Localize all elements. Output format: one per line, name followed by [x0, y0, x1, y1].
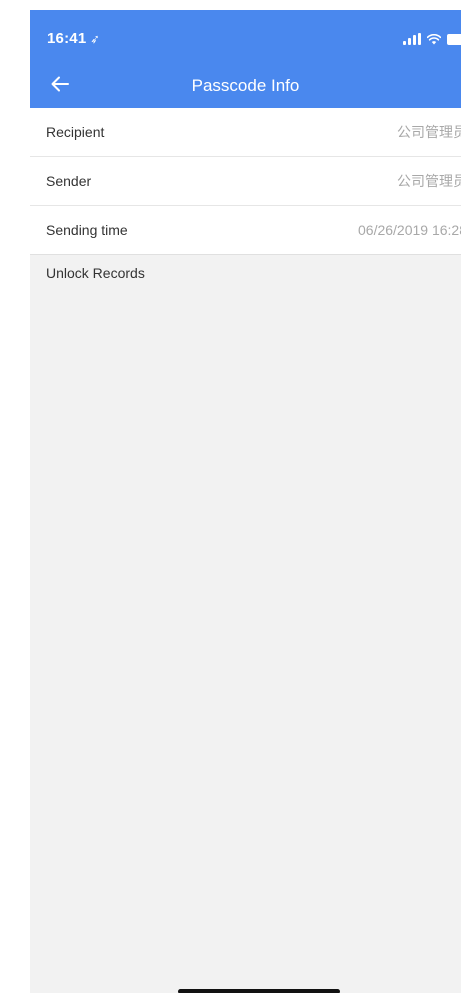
info-row-sending-time: Sending time 06/26/2019 16:28 [30, 206, 461, 255]
status-bar-time: 16:41 ➶ [47, 30, 102, 47]
sender-label: Sender [46, 173, 92, 189]
sending-time-value: 06/26/2019 16:28 [358, 222, 461, 238]
battery-icon [447, 33, 461, 45]
screen-frame: 16:41 ➶ Passcode Info Recipient 公司管理员 Se… [0, 0, 461, 993]
status-bar-icons [403, 32, 461, 46]
sender-value: 公司管理员 [397, 173, 461, 189]
recipient-value: 公司管理员 [397, 124, 461, 140]
cellular-signal-icon [403, 33, 421, 45]
page-title: Passcode Info [191, 76, 300, 95]
info-row-recipient: Recipient 公司管理员 [30, 108, 461, 157]
recipient-label: Recipient [46, 124, 105, 140]
wifi-icon [427, 33, 441, 44]
sending-time-label: Sending time [46, 222, 128, 238]
status-time-text: 16:41 [47, 30, 87, 47]
app-header: 16:41 ➶ Passcode Info [30, 10, 461, 108]
location-arrow-icon: ➶ [89, 31, 102, 47]
app-screen: 16:41 ➶ Passcode Info Recipient 公司管理员 Se… [30, 10, 461, 993]
passcode-info-list: Recipient 公司管理员 Sender 公司管理员 Sending tim… [30, 108, 461, 255]
info-row-sender: Sender 公司管理员 [30, 157, 461, 206]
home-indicator [178, 989, 340, 993]
unlock-records-heading: Unlock Records [46, 265, 145, 281]
